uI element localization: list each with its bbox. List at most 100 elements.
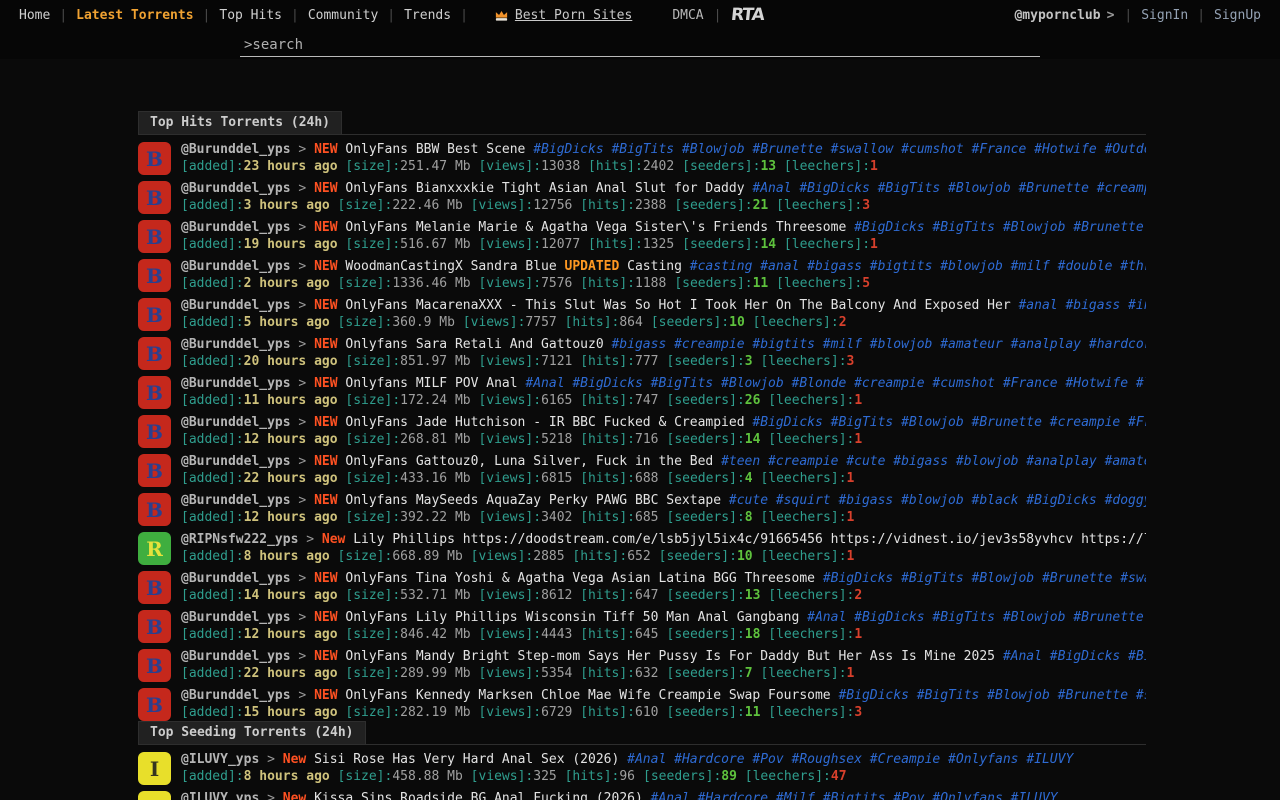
nav-item-latest-torrents[interactable]: Latest Torrents [67, 8, 202, 23]
torrent-title[interactable]: OnlyFans Jade Hutchison - IR BBC Fucked … [345, 415, 744, 430]
hashtag-links[interactable]: #teen #creampie #cute #bigass #blowjob #… [721, 454, 1146, 469]
hashtag-links[interactable]: #anal #bigass #interrac… [1018, 298, 1146, 313]
hashtag-links[interactable]: #cute #squirt #bigass #blowjob #black #B… [729, 493, 1146, 508]
nav-item-home[interactable]: Home [10, 8, 59, 23]
views-value: 3402 [541, 510, 572, 525]
new-badge: NEW [314, 610, 337, 625]
torrent-info: @Burunddel_yps > NEW WoodmanCastingX San… [181, 259, 1146, 292]
uploader-link[interactable]: @Burunddel_yps [181, 220, 291, 235]
user-avatar[interactable]: I [138, 752, 171, 785]
torrent-title[interactable]: WoodmanCastingX Sandra Blue [345, 259, 556, 274]
seeders-value: 10 [729, 315, 745, 330]
torrent-title[interactable]: OnlyFans MacarenaXXX - This Slut Was So … [345, 298, 1010, 313]
torrent-title[interactable]: OnlyFans Melanie Marie & Agatha Vega Sis… [345, 220, 846, 235]
user-avatar[interactable]: I [138, 791, 171, 800]
hashtag-links[interactable]: #Anal #BigDicks #BigTits #Blowjob #Brune… [807, 610, 1146, 625]
added-value: 14 hours ago [244, 588, 338, 603]
signup-link[interactable]: SignUp [1205, 8, 1270, 23]
seeders-value: 14 [745, 432, 761, 447]
uploader-link[interactable]: @Burunddel_yps [181, 181, 291, 196]
uploader-link[interactable]: @Burunddel_yps [181, 142, 291, 157]
uploader-link[interactable]: @Burunddel_yps [181, 493, 291, 508]
new-badge: New [283, 752, 306, 767]
signin-link[interactable]: SignIn [1132, 8, 1197, 23]
uploader-link[interactable]: @Burunddel_yps [181, 688, 291, 703]
size-value: 458.88 Mb [392, 769, 462, 784]
hashtag-links[interactable]: #casting #anal #bigass #bigtits #blowjob… [690, 259, 1146, 274]
torrent-title[interactable]: OnlyFans BBW Best Scene [345, 142, 525, 157]
user-avatar[interactable]: B [138, 688, 171, 721]
hashtag-links[interactable]: #BigDicks #BigTits #Blowjob #Brunette #s… [854, 220, 1146, 235]
torrent-title[interactable]: Onlyfans Sara Retali And Gattouz0 [345, 337, 603, 352]
new-badge: NEW [314, 493, 337, 508]
hashtag-links[interactable]: #BigDicks #BigTits #Blowjob #Brunette #c… [752, 415, 1146, 430]
uploader-link[interactable]: @Burunddel_yps [181, 454, 291, 469]
torrent-title[interactable]: Casting [627, 259, 682, 274]
user-avatar[interactable]: B [138, 337, 171, 370]
uploader-link[interactable]: @Burunddel_yps [181, 415, 291, 430]
hashtag-links[interactable]: #Anal #BigDicks #BigTits … [1003, 649, 1146, 664]
user-avatar[interactable]: B [138, 259, 171, 292]
nav-item-trends[interactable]: Trends [395, 8, 460, 23]
uploader-link[interactable]: @ILUVY_yps [181, 752, 259, 767]
user-avatar[interactable]: B [138, 415, 171, 448]
user-avatar[interactable]: B [138, 220, 171, 253]
uploader-link[interactable]: @ILUVY_yps [181, 791, 259, 800]
torrent-title[interactable]: OnlyFans Bianxxxkie Tight Asian Anal Slu… [345, 181, 744, 196]
hashtag-links[interactable]: #BigDicks #BigTits #Blowjob #Brunette #s… [533, 142, 1146, 157]
user-avatar[interactable]: B [138, 493, 171, 526]
stat-label: [leechers]: [784, 237, 870, 252]
torrent-title-line: @Burunddel_yps > NEW OnlyFans Bianxxxkie… [181, 181, 1146, 197]
best-porn-sites-link[interactable]: Best Porn Sites [515, 8, 632, 23]
torrent-title[interactable]: OnlyFans Kennedy Marksen Chloe Mae Wife … [345, 688, 830, 703]
user-avatar[interactable]: B [138, 142, 171, 175]
stat-label: [views]: [478, 354, 541, 369]
hashtag-links[interactable]: #Anal #BigDicks #BigTits #Blowjob #Blond… [525, 376, 1146, 391]
uploader-link[interactable]: @Burunddel_yps [181, 259, 291, 274]
torrent-title[interactable]: Onlyfans MILF POV Anal [345, 376, 517, 391]
uploader-link[interactable]: @Burunddel_yps [181, 298, 291, 313]
user-avatar[interactable]: R [138, 532, 171, 565]
torrent-title[interactable]: Onlyfans MaySeeds AquaZay Perky PAWG BBC… [345, 493, 721, 508]
uploader-link[interactable]: @Burunddel_yps [181, 571, 291, 586]
user-avatar[interactable]: B [138, 298, 171, 331]
new-badge: NEW [314, 649, 337, 664]
user-avatar[interactable]: B [138, 649, 171, 682]
hashtag-links[interactable]: #BigDicks #BigTits #Blowjob #Brunette #s… [823, 571, 1146, 586]
hashtag-links[interactable]: #Anal #Hardcore #Pov #Roughsex #Creampie… [627, 752, 1073, 767]
views-value: 8612 [541, 588, 572, 603]
seeders-value: 11 [753, 276, 769, 291]
user-avatar[interactable]: B [138, 454, 171, 487]
hashtag-links[interactable]: #Anal #Hardcore #Milf #Bigtits #Pov #Onl… [651, 791, 1058, 800]
views-value: 12077 [541, 237, 580, 252]
uploader-link[interactable]: @Burunddel_yps [181, 649, 291, 664]
dmca-link[interactable]: DMCA [662, 8, 713, 23]
uploader-link[interactable]: @Burunddel_yps [181, 337, 291, 352]
user-avatar[interactable]: B [138, 571, 171, 604]
torrent-title[interactable]: OnlyFans Mandy Bright Step-mom Says Her … [345, 649, 995, 664]
user-avatar[interactable]: B [138, 610, 171, 643]
torrent-title[interactable]: OnlyFans Tina Yoshi & Agatha Vega Asian … [345, 571, 815, 586]
hashtag-links[interactable]: #BigDicks #BigTits #Blowjob #Brunette #s… [838, 688, 1146, 703]
nav-item-community[interactable]: Community [299, 8, 387, 23]
uploader-link[interactable]: @Burunddel_yps [181, 610, 291, 625]
search-input[interactable] [240, 35, 1040, 57]
torrent-title[interactable]: Kissa Sins Roadside BG Anal Fucking (202… [314, 791, 643, 800]
torrent-title[interactable]: OnlyFans Lily Phillips Wisconsin Tiff 50… [345, 610, 799, 625]
uploader-link[interactable]: @RIPNsfw222_yps [181, 532, 298, 547]
torrent-info: @Burunddel_yps > NEW OnlyFans Tina Yoshi… [181, 571, 1146, 604]
stat-label: [size]: [345, 627, 400, 642]
new-badge: NEW [314, 454, 337, 469]
account-link[interactable]: @mypornclub [1014, 8, 1106, 23]
torrent-title-line: @RIPNsfw222_yps > New Lily Phillips http… [181, 532, 1146, 548]
torrent-title[interactable]: Sisi Rose Has Very Hard Anal Sex (2026) [314, 752, 619, 767]
torrent-title[interactable]: Lily Phillips https://doodstream.com/e/l… [353, 532, 1146, 547]
nav-item-top-hits[interactable]: Top Hits [210, 8, 291, 23]
hashtag-links[interactable]: #bigass #creampie #bigtits #milf #blowjo… [611, 337, 1146, 352]
user-avatar[interactable]: B [138, 181, 171, 214]
size-value: 668.89 Mb [392, 549, 462, 564]
user-avatar[interactable]: B [138, 376, 171, 409]
torrent-title[interactable]: OnlyFans Gattouz0, Luna Silver, Fuck in … [345, 454, 713, 469]
hashtag-links[interactable]: #Anal #BigDicks #BigTits #Blowjob #Brune… [752, 181, 1146, 196]
uploader-link[interactable]: @Burunddel_yps [181, 376, 291, 391]
